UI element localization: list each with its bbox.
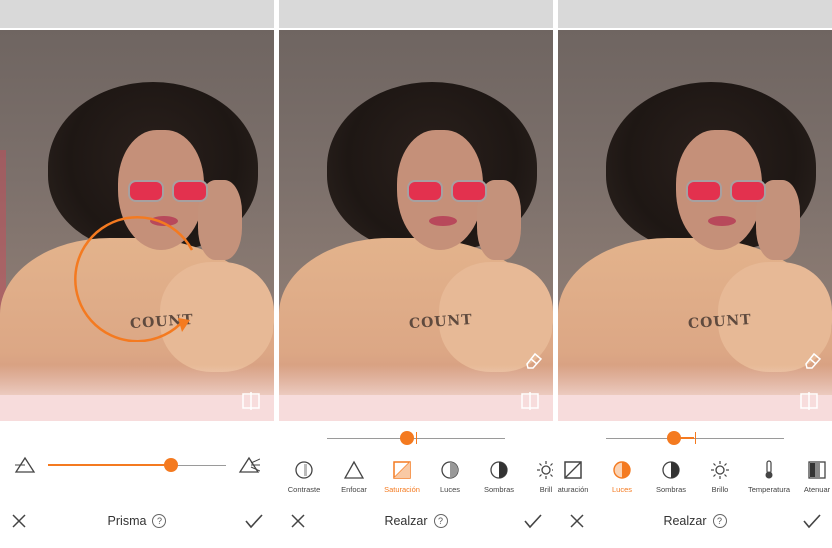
rotate-gesture-icon[interactable] [64, 200, 206, 342]
sunglasses-lens [128, 180, 164, 202]
compare-icon[interactable] [519, 391, 541, 411]
prism-low-icon[interactable] [14, 456, 36, 474]
panel-realzar-luces: COUNT aturación Luces Sombras Brillo Tem… [558, 0, 832, 548]
tool-enfocar[interactable]: Enfocar [327, 460, 381, 494]
tool-luces[interactable]: Luces [595, 460, 649, 494]
tool-saturacion[interactable]: Saturación [375, 460, 429, 494]
tool-atenuar[interactable]: Atenuar [790, 460, 832, 494]
panel-prisma: COUNT Prisma ? [0, 0, 274, 548]
help-icon[interactable]: ? [433, 514, 448, 528]
saturation-slider-thumb[interactable] [400, 431, 414, 445]
tool-sombras[interactable]: Sombras [644, 460, 698, 494]
apply-check-icon[interactable] [244, 512, 264, 530]
temperature-icon [765, 460, 773, 479]
fade-icon [808, 461, 826, 479]
bottom-bar: Realzar? [558, 508, 832, 538]
tool-brillo[interactable]: Brill [519, 460, 553, 494]
slider-center-tick [416, 432, 417, 444]
highlights-icon [613, 461, 631, 479]
prism-slider-fill [48, 464, 170, 466]
shadows-icon [490, 461, 508, 479]
bottom-bar: Prisma? [0, 508, 274, 538]
brightness-icon [537, 461, 553, 479]
highlights-slider-thumb[interactable] [667, 431, 681, 445]
tool-title: Prisma? [0, 514, 274, 528]
sunglasses-lens [451, 180, 487, 202]
screenshots-row: COUNT Prisma ? COUNT Contraste Enfocar S… [0, 0, 832, 548]
help-icon[interactable]: ? [152, 514, 167, 528]
contrast-icon [295, 461, 313, 479]
status-bar [558, 0, 832, 28]
bottom-bar: Realzar? [279, 508, 553, 538]
apply-check-icon[interactable] [523, 512, 543, 530]
slider-center-tick [695, 432, 696, 444]
sharpen-icon [344, 460, 364, 479]
saturation-icon [393, 461, 411, 479]
help-icon[interactable]: ? [712, 514, 727, 528]
shadows-icon [662, 461, 680, 479]
prism-high-icon[interactable] [238, 456, 260, 474]
eraser-icon[interactable] [802, 350, 822, 370]
compare-icon[interactable] [798, 391, 820, 411]
compare-icon[interactable] [240, 391, 262, 411]
tool-temperatura[interactable]: Temperatura [742, 460, 796, 494]
photo-canvas[interactable]: COUNT [0, 30, 274, 395]
tool-luces[interactable]: Luces [423, 460, 477, 494]
tool-sombras[interactable]: Sombras [472, 460, 526, 494]
sunglasses-lens [686, 180, 722, 202]
status-bar [279, 0, 553, 28]
prism-slider-thumb[interactable] [164, 458, 178, 472]
highlights-icon [441, 461, 459, 479]
tool-saturacion[interactable]: aturación [558, 460, 600, 494]
panel-realzar-saturacion: COUNT Contraste Enfocar Saturación Luces… [279, 0, 553, 548]
apply-check-icon[interactable] [802, 512, 822, 530]
status-bar [0, 0, 274, 28]
eraser-icon[interactable] [523, 350, 543, 370]
photo-canvas[interactable]: COUNT [279, 30, 553, 395]
tool-title: Realzar? [558, 514, 832, 528]
tool-brillo[interactable]: Brillo [693, 460, 747, 494]
saturation-icon [564, 461, 582, 479]
sunglasses-lens [172, 180, 208, 202]
adjust-tools: Contraste Enfocar Saturación Luces Sombr… [279, 460, 553, 500]
tool-contraste[interactable]: Contraste [279, 460, 331, 494]
sunglasses-lens [730, 180, 766, 202]
brightness-icon [711, 461, 729, 479]
adjust-tools: aturación Luces Sombras Brillo Temperatu… [558, 460, 832, 500]
photo-canvas[interactable]: COUNT [558, 30, 832, 395]
sunglasses-lens [407, 180, 443, 202]
tool-title: Realzar? [279, 514, 553, 528]
